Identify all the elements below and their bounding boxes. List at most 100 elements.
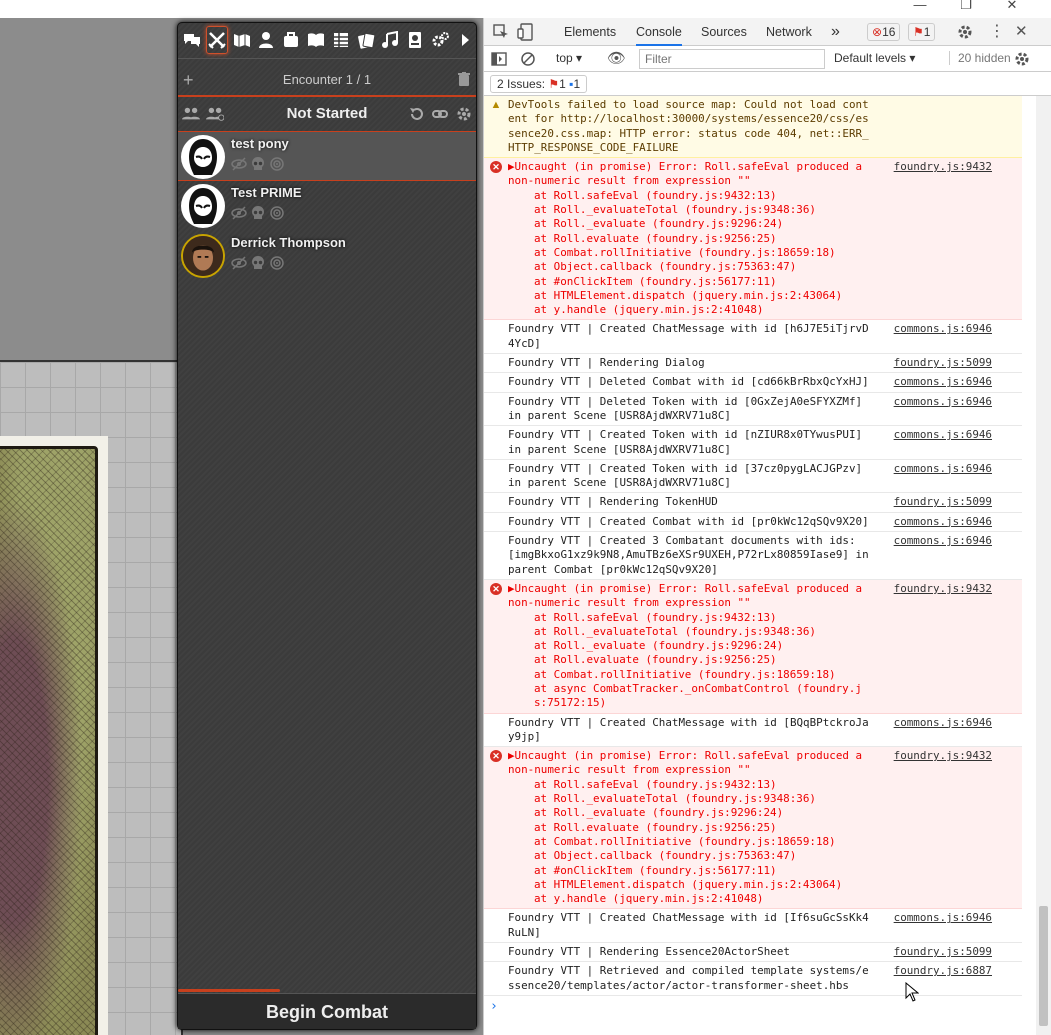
live-expression-eye-icon[interactable]: 👁 — [607, 49, 626, 67]
stack-frame[interactable]: at Roll._evaluateTotal (foundry.js:9348:… — [508, 792, 872, 806]
close-devtools-icon[interactable]: ✕ — [1015, 22, 1028, 40]
stack-frame[interactable]: at Roll.evaluate (foundry.js:9256:25) — [508, 232, 872, 246]
stack-frame[interactable]: at Roll.evaluate (foundry.js:9256:25) — [508, 653, 872, 667]
reset-initiative-icon[interactable] — [408, 106, 426, 122]
begin-combat-button[interactable]: Begin Combat — [178, 993, 476, 1029]
stack-frame[interactable]: at Roll._evaluate (foundry.js:9296:24) — [508, 639, 872, 653]
toggle-defeated-button[interactable] — [250, 205, 266, 221]
trash-icon[interactable] — [458, 72, 470, 86]
console-message[interactable]: Foundry VTT | Created Token with id [nZI… — [484, 426, 1022, 460]
tab-chat[interactable] — [181, 26, 203, 54]
stack-frame[interactable]: at Roll.safeEval (foundry.js:9432:13) — [508, 611, 872, 625]
stack-frame[interactable]: at Roll.safeEval (foundry.js:9432:13) — [508, 189, 872, 203]
combatant-row[interactable]: test pony — [178, 131, 476, 181]
source-link[interactable]: foundry.js:9432 — [894, 160, 992, 174]
ping-combatant-button[interactable] — [269, 156, 285, 172]
console-message[interactable]: Foundry VTT | Retrieved and compiled tem… — [484, 962, 1022, 996]
source-link[interactable]: commons.js:6946 — [894, 462, 992, 476]
console-warning[interactable]: ▲ DevTools failed to load source map: Cou… — [484, 96, 1022, 159]
console-message[interactable]: Foundry VTT | Created ChatMessage with i… — [484, 714, 1022, 748]
stack-frame[interactable]: at Combat.rollInitiative (foundry.js:186… — [508, 246, 872, 260]
stack-frame[interactable]: at Combat.rollInitiative (foundry.js:186… — [508, 668, 872, 682]
console-message[interactable]: Foundry VTT | Deleted Combat with id [cd… — [484, 373, 1022, 393]
kebab-menu-icon[interactable]: ⋮ — [989, 21, 1005, 41]
toggle-visibility-button[interactable] — [231, 205, 247, 221]
tab-items[interactable] — [280, 26, 302, 54]
tab-sources[interactable]: Sources — [701, 18, 747, 46]
source-link[interactable]: commons.js:6946 — [894, 428, 992, 442]
toggle-visibility-button[interactable] — [231, 255, 247, 271]
stack-frame[interactable]: at Object.callback (foundry.js:75363:47) — [508, 849, 872, 863]
roll-npcs-icon[interactable] — [206, 106, 224, 122]
stack-frame[interactable]: at Combat.rollInitiative (foundry.js:186… — [508, 835, 872, 849]
console-scrollbar[interactable] — [1036, 96, 1051, 1035]
tab-playlists[interactable] — [379, 26, 401, 54]
ping-combatant-button[interactable] — [269, 205, 285, 221]
stack-frame[interactable]: at async CombatTracker._onCombatControl … — [508, 682, 872, 711]
source-link[interactable]: commons.js:6946 — [894, 911, 992, 925]
console-error[interactable]: ✕ ▶Uncaught (in promise) Error: Roll.safe… — [484, 747, 1022, 910]
add-encounter-button[interactable]: + — [183, 69, 194, 91]
issues-button[interactable]: 2 Issues: ⚑1 ▪1 — [490, 75, 588, 93]
source-link[interactable]: commons.js:6946 — [894, 375, 992, 389]
stack-frame[interactable]: at Roll._evaluate (foundry.js:9296:24) — [508, 806, 872, 820]
source-link[interactable]: commons.js:6946 — [894, 534, 992, 548]
source-link[interactable]: foundry.js:9432 — [894, 749, 992, 763]
console-message[interactable]: Foundry VTT | Created ChatMessage with i… — [484, 909, 1022, 944]
source-link[interactable]: foundry.js:5099 — [894, 945, 992, 959]
tab-network[interactable]: Network — [766, 18, 812, 46]
console-filter-input[interactable] — [639, 49, 825, 69]
toggle-defeated-button[interactable] — [250, 156, 266, 172]
source-link[interactable]: commons.js:6946 — [894, 322, 992, 336]
close-window-button[interactable]: ✕ — [992, 0, 1032, 16]
source-link[interactable]: foundry.js:5099 — [894, 356, 992, 370]
tab-collapse[interactable] — [454, 26, 476, 54]
scrollbar-thumb[interactable] — [1039, 906, 1048, 1026]
stack-frame[interactable]: at Object.callback (foundry.js:75363:47) — [508, 260, 872, 274]
tab-settings[interactable] — [429, 26, 451, 54]
restore-button[interactable]: ❐ — [946, 0, 986, 16]
combatant-row[interactable]: Test PRIME — [178, 181, 476, 231]
stack-frame[interactable]: at Roll._evaluate (foundry.js:9296:24) — [508, 217, 872, 231]
console-message[interactable]: Foundry VTT | Created Token with id [37c… — [484, 460, 1022, 494]
console-message[interactable]: Foundry VTT | Created 3 Combatant docume… — [484, 532, 1022, 580]
tab-elements[interactable]: Elements — [564, 18, 616, 46]
stack-frame[interactable]: at #onClickItem (foundry.js:56177:11) — [508, 864, 872, 878]
console-settings-icon[interactable] — [1014, 51, 1030, 67]
show-sidebar-icon[interactable] — [491, 51, 507, 67]
combatant-avatar[interactable] — [181, 135, 225, 179]
toggle-defeated-button[interactable] — [250, 255, 266, 271]
clear-console-icon[interactable] — [520, 51, 536, 67]
source-link[interactable]: foundry.js:5099 — [894, 495, 992, 509]
context-selector[interactable]: top ▾ — [556, 51, 582, 65]
stack-frame[interactable]: at #onClickItem (foundry.js:56177:11) — [508, 275, 872, 289]
tab-console[interactable]: Console — [636, 18, 682, 46]
more-tabs-button[interactable]: » — [831, 18, 840, 46]
stack-frame[interactable]: at Roll.evaluate (foundry.js:9256:25) — [508, 821, 872, 835]
combatant-avatar[interactable] — [181, 234, 225, 278]
console-error[interactable]: ✕ ▶Uncaught (in promise) Error: Roll.safe… — [484, 579, 1022, 714]
tab-cards[interactable] — [355, 26, 377, 54]
combatant-row[interactable]: Derrick Thompson — [178, 231, 476, 281]
map-tile-image[interactable] — [0, 446, 98, 1035]
console-message[interactable]: Foundry VTT | Rendering TokenHUD foundry.… — [484, 493, 1022, 513]
inspect-element-icon[interactable] — [493, 24, 509, 40]
stack-frame[interactable]: at HTMLElement.dispatch (jquery.min.js:2… — [508, 878, 872, 892]
error-count-badge[interactable]: ⊗16 — [867, 23, 901, 41]
issues-count-badge[interactable]: ⚑1 — [908, 23, 936, 41]
source-link[interactable]: commons.js:6946 — [894, 515, 992, 529]
source-link[interactable]: commons.js:6946 — [894, 716, 992, 730]
tab-journal[interactable] — [305, 26, 327, 54]
source-link[interactable]: commons.js:6946 — [894, 395, 992, 409]
console-message[interactable]: Foundry VTT | Deleted Token with id [0Gx… — [484, 393, 1022, 427]
source-link[interactable]: foundry.js:9432 — [894, 582, 992, 596]
stack-frame[interactable]: at y.handle (jquery.min.js:2:41048) — [508, 303, 872, 317]
settings-gear-icon[interactable] — [957, 24, 973, 40]
console-message[interactable]: Foundry VTT | Rendering Essence20ActorSh… — [484, 943, 1022, 963]
console-message[interactable]: Foundry VTT | Rendering Dialog foundry.js… — [484, 354, 1022, 374]
device-toolbar-icon[interactable] — [517, 23, 535, 41]
tab-compendium[interactable] — [404, 26, 426, 54]
stack-frame[interactable]: at Roll._evaluateTotal (foundry.js:9348:… — [508, 625, 872, 639]
minimize-button[interactable]: — — [900, 0, 940, 16]
toggle-visibility-button[interactable] — [231, 156, 247, 172]
